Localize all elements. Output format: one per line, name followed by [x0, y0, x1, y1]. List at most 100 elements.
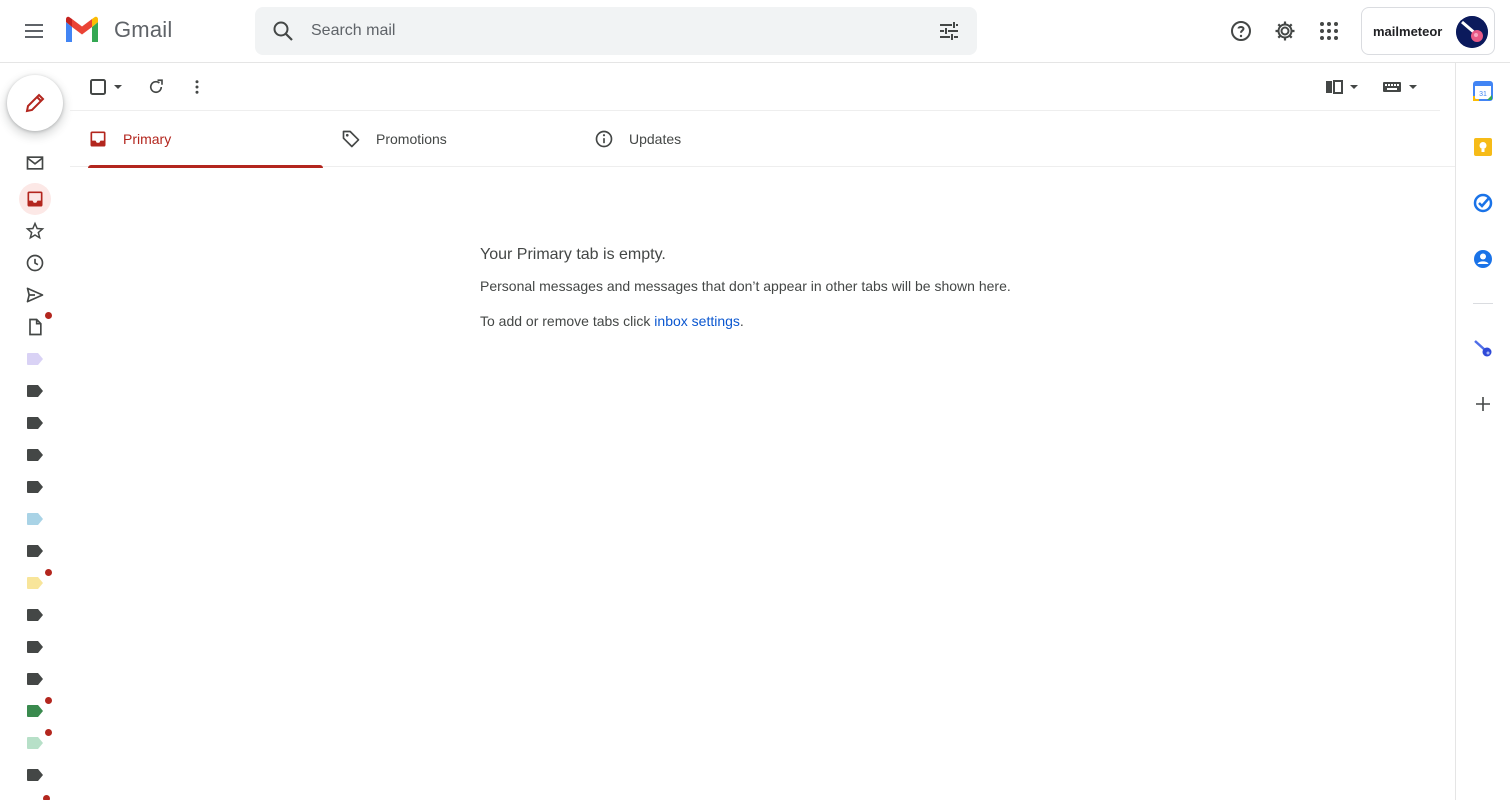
rail-label-14[interactable]	[19, 761, 51, 789]
more-options-button[interactable]	[181, 71, 213, 103]
filter-icon[interactable]	[937, 19, 961, 43]
tasks-icon	[1473, 193, 1493, 213]
unread-dot	[45, 569, 52, 576]
gmail-app: Gmail mailmeteor	[0, 0, 1510, 800]
apps-button[interactable]	[1309, 11, 1349, 51]
refresh-button[interactable]	[140, 71, 172, 103]
label-icon	[27, 737, 43, 749]
rail-label-3[interactable]	[19, 409, 51, 437]
plus-icon	[1476, 397, 1490, 411]
search-bar[interactable]	[255, 7, 977, 55]
app-name: Gmail	[114, 17, 173, 42]
input-tools-toggle[interactable]	[1378, 71, 1422, 103]
svg-text:31: 31	[1479, 91, 1487, 98]
rail-label-4[interactable]	[19, 441, 51, 469]
caret-down-icon	[1409, 85, 1417, 89]
split-pane-icon	[1326, 80, 1343, 94]
label-icon	[27, 545, 43, 557]
label-icon	[27, 513, 43, 525]
rail-label-6[interactable]	[19, 505, 51, 533]
compose-button[interactable]	[7, 75, 63, 131]
rail-inbox[interactable]	[19, 183, 51, 215]
rail-all-mail[interactable]	[19, 149, 51, 177]
unread-dot	[45, 312, 52, 319]
mail-icon	[26, 156, 44, 170]
keep-addon[interactable]	[1471, 135, 1495, 159]
gmail-m-icon	[66, 16, 98, 42]
label-icon	[27, 481, 43, 493]
clock-icon	[26, 254, 44, 272]
rail-label-2[interactable]	[19, 377, 51, 405]
mailmeteor-addon[interactable]	[1471, 337, 1495, 361]
search-input[interactable]	[311, 19, 911, 43]
tab-primary[interactable]: Primary	[79, 111, 323, 168]
tasks-addon[interactable]	[1471, 191, 1495, 215]
label-icon	[27, 449, 43, 461]
inbox-icon	[27, 191, 43, 207]
side-panel-divider	[1473, 303, 1493, 304]
label-icon	[27, 353, 43, 365]
left-rail	[0, 63, 70, 800]
apps-icon	[1320, 22, 1338, 40]
rail-snoozed[interactable]	[19, 249, 51, 277]
rail-label-12[interactable]	[19, 697, 52, 725]
rail-drafts[interactable]	[19, 312, 52, 341]
label-icon	[27, 417, 43, 429]
hint-period: .	[739, 313, 744, 329]
contacts-icon	[1474, 250, 1492, 268]
header: Gmail mailmeteor	[0, 0, 1510, 63]
label-icon	[27, 705, 43, 717]
empty-state: Your Primary tab is empty. Personal mess…	[480, 246, 1011, 348]
label-icon	[27, 609, 43, 621]
contacts-addon[interactable]	[1471, 247, 1495, 271]
search-icon[interactable]	[271, 19, 295, 43]
keep-icon	[1474, 138, 1492, 156]
label-icon	[27, 577, 43, 589]
mail-toolbar	[70, 63, 1440, 111]
settings-button[interactable]	[1265, 11, 1305, 51]
account-switcher[interactable]: mailmeteor	[1361, 7, 1495, 55]
menu-icon	[25, 24, 43, 38]
select-all-checkbox[interactable]	[86, 71, 126, 103]
split-pane-toggle[interactable]	[1322, 71, 1362, 103]
caret-down-icon	[114, 85, 122, 89]
rail-label-1[interactable]	[19, 345, 51, 373]
hint-text: To add or remove tabs click	[480, 313, 655, 329]
help-button[interactable]	[1221, 11, 1261, 51]
tab-promotions[interactable]: Promotions	[332, 111, 568, 167]
tab-label: Promotions	[376, 131, 447, 147]
calendar-addon[interactable]: 31	[1471, 79, 1495, 103]
rail-label-11[interactable]	[19, 665, 51, 693]
rail-label-7[interactable]	[19, 537, 51, 565]
rail-label-10[interactable]	[19, 633, 51, 661]
label-icon	[27, 673, 43, 685]
meteor-avatar-icon	[1456, 16, 1488, 48]
rail-label-8[interactable]	[19, 569, 52, 597]
rail-sent[interactable]	[19, 281, 51, 309]
label-icon	[27, 385, 43, 397]
tab-updates[interactable]: Updates	[585, 111, 821, 167]
label-icon	[27, 641, 43, 653]
keyboard-icon	[1383, 82, 1401, 92]
label-icon	[27, 769, 43, 781]
checkbox-icon	[90, 79, 106, 95]
category-tabs: Primary Promotions Updates	[70, 111, 1455, 168]
unread-dot	[45, 697, 52, 704]
tab-label: Primary	[123, 131, 172, 147]
side-panel: 31	[1455, 63, 1510, 800]
draft-icon	[29, 318, 42, 336]
main-menu-button[interactable]	[14, 11, 54, 51]
tag-icon	[341, 129, 361, 149]
refresh-icon	[149, 79, 163, 94]
get-addons-button[interactable]	[1471, 392, 1495, 416]
tab-label: Updates	[629, 131, 682, 147]
rail-label-9[interactable]	[19, 601, 51, 629]
more-vert-icon	[195, 80, 199, 94]
rail-starred[interactable]	[19, 217, 51, 245]
rail-label-13[interactable]	[19, 729, 52, 757]
rail-label-5[interactable]	[19, 473, 51, 501]
gmail-logo[interactable]: Gmail	[64, 16, 172, 44]
send-icon	[26, 287, 44, 303]
unread-dot	[43, 795, 50, 800]
inbox-settings-link[interactable]: inbox settings	[654, 313, 740, 329]
